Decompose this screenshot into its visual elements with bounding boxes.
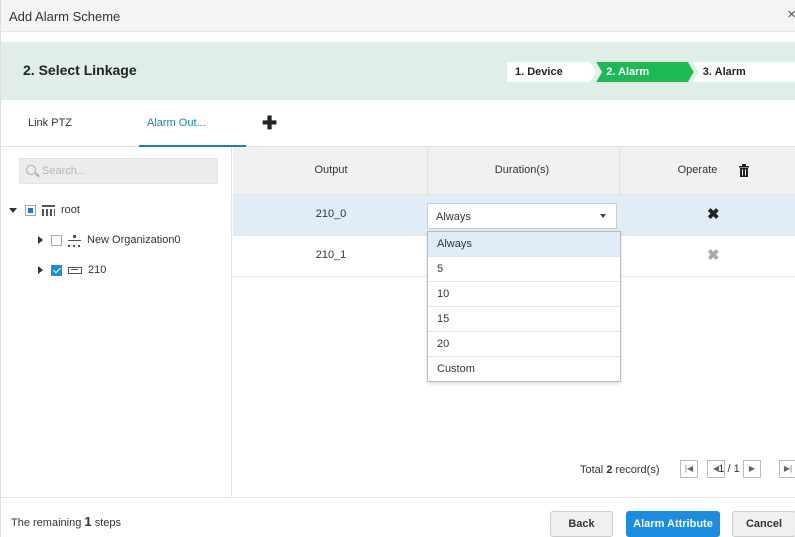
tree-node-root[interactable]: root bbox=[9, 201, 80, 219]
tab-link-ptz[interactable]: Link PTZ bbox=[28, 117, 72, 129]
dialog-titlebar: Add Alarm Scheme × bbox=[1, 0, 795, 32]
dialog-title: Add Alarm Scheme bbox=[9, 9, 121, 24]
duration-dropdown: Always 5 10 15 20 Custom bbox=[427, 231, 621, 382]
dialog-footer: The remaining 1 steps Back Alarm Attribu… bbox=[1, 497, 795, 537]
search-icon bbox=[26, 165, 36, 175]
dropdown-option-10[interactable]: 10 bbox=[428, 282, 620, 307]
page-indicator: 1 / 1 bbox=[718, 463, 740, 475]
table-row[interactable]: 210_0 Always ✖ bbox=[233, 195, 795, 236]
column-header-output: Output bbox=[314, 164, 348, 176]
table-header: Output Duration(s) Operate bbox=[233, 147, 795, 195]
organization-icon bbox=[68, 234, 81, 247]
delete-row-icon[interactable]: ✖ bbox=[707, 246, 720, 264]
output-cell: 210_1 bbox=[315, 249, 347, 261]
tree-node-device[interactable]: 210 bbox=[38, 261, 106, 279]
device-icon bbox=[68, 266, 82, 274]
step-header: 2. Select Linkage 1. Device Name 2. Alar… bbox=[1, 42, 795, 100]
step-breadcrumb: 1. Device Name 2. Alarm Linkage 3. Alarm… bbox=[507, 62, 795, 82]
duration-select[interactable]: Always bbox=[427, 203, 617, 229]
remaining-steps-text: The remaining 1 steps bbox=[11, 514, 121, 529]
total-records: Total 2 record(s) bbox=[580, 464, 660, 476]
delete-row-icon[interactable]: ✖ bbox=[707, 205, 720, 223]
dropdown-option-20[interactable]: 20 bbox=[428, 332, 620, 357]
search-input[interactable] bbox=[42, 163, 212, 179]
column-header-operate: Operate bbox=[677, 164, 718, 176]
back-button[interactable]: Back bbox=[550, 511, 613, 537]
add-tab-icon[interactable]: ✚ bbox=[262, 113, 277, 134]
expand-arrow-icon[interactable] bbox=[38, 266, 43, 274]
dropdown-option-custom[interactable]: Custom bbox=[428, 357, 620, 382]
column-header-duration: Duration(s) bbox=[494, 164, 550, 176]
search-box[interactable] bbox=[19, 158, 218, 184]
organization-checkbox[interactable] bbox=[51, 234, 62, 246]
next-page-icon[interactable]: ▶ bbox=[743, 460, 761, 478]
tree-node-label: root bbox=[61, 204, 80, 216]
crumb-alarm-linkage: 2. Alarm Linkage bbox=[596, 62, 694, 82]
expand-arrow-icon[interactable] bbox=[38, 236, 43, 244]
add-alarm-scheme-dialog: Add Alarm Scheme × 2. Select Linkage 1. … bbox=[0, 0, 795, 537]
tree-node-label: New Organization0 bbox=[87, 234, 181, 246]
column-divider bbox=[619, 147, 620, 195]
column-divider bbox=[427, 147, 428, 195]
linkage-tabs: Link PTZ Alarm Out... ✚ bbox=[1, 101, 795, 147]
close-icon[interactable]: × bbox=[780, 6, 795, 24]
output-cell: 210_0 bbox=[315, 208, 347, 220]
trash-icon[interactable] bbox=[738, 164, 750, 177]
tree-node-label: 210 bbox=[88, 264, 107, 276]
dropdown-option-5[interactable]: 5 bbox=[428, 257, 620, 282]
cancel-button[interactable]: Cancel bbox=[732, 511, 795, 537]
crumb-alarm-attribute: 3. Alarm Attribute bbox=[692, 62, 795, 82]
dropdown-option-always[interactable]: Always bbox=[428, 232, 620, 257]
pagination: Total 2 record(s) |◀ ◀ 1 / 1 ▶ ▶| bbox=[233, 457, 795, 483]
dropdown-option-15[interactable]: 15 bbox=[428, 307, 620, 332]
alarm-attribute-button[interactable]: Alarm Attribute bbox=[626, 511, 720, 537]
last-page-icon[interactable]: ▶| bbox=[779, 460, 795, 478]
organization-root-icon bbox=[42, 205, 55, 216]
chevron-down-icon bbox=[600, 214, 606, 218]
tree-node-organization[interactable]: New Organization0 bbox=[38, 231, 181, 249]
root-checkbox[interactable] bbox=[25, 204, 36, 216]
crumb-device-name: 1. Device Name bbox=[507, 62, 596, 82]
tab-alarm-out[interactable]: Alarm Out... bbox=[147, 117, 206, 129]
device-checkbox[interactable] bbox=[51, 264, 62, 276]
duration-select-value: Always bbox=[436, 211, 471, 223]
collapse-arrow-icon[interactable] bbox=[9, 207, 17, 213]
device-tree-pane: root New Organization0 210 bbox=[1, 147, 232, 497]
first-page-icon[interactable]: |◀ bbox=[680, 460, 698, 478]
step-title: 2. Select Linkage bbox=[23, 62, 137, 78]
